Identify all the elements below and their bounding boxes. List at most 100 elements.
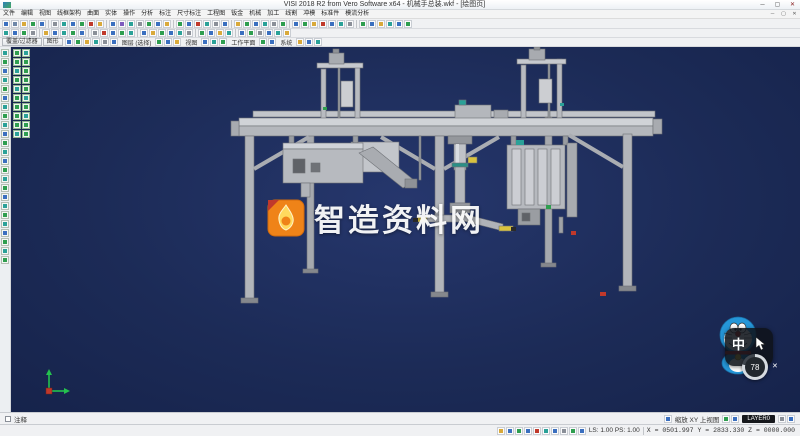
toolbar-icon[interactable] <box>145 20 153 28</box>
menu-item[interactable]: 模流分析 <box>342 10 372 19</box>
toolbar-icon[interactable] <box>270 20 278 28</box>
layers-group-label[interactable]: 图层 (选择) <box>120 38 154 47</box>
layer-badge[interactable]: LAYER0 <box>742 415 775 423</box>
toolbar-icon[interactable] <box>234 20 242 28</box>
toolbar-icon[interactable] <box>60 29 68 37</box>
toolbar-icon[interactable] <box>256 29 264 37</box>
dock-tool-icon[interactable] <box>1 103 9 111</box>
toolbar-icon[interactable] <box>219 38 227 46</box>
panel-tab[interactable]: 图形 <box>43 38 63 46</box>
toolbar-icon[interactable] <box>216 29 224 37</box>
toolbar-icon[interactable] <box>78 29 86 37</box>
toolbar-icon[interactable] <box>65 38 73 46</box>
toolbar-icon[interactable] <box>212 20 220 28</box>
toolbar-icon[interactable] <box>91 29 99 37</box>
minimize-button[interactable]: ─ <box>755 0 770 10</box>
menu-item[interactable]: 实体 <box>102 10 120 19</box>
palette-tool-icon[interactable] <box>13 130 21 138</box>
status-icon[interactable] <box>778 415 786 423</box>
toolbar-icon[interactable] <box>238 29 246 37</box>
dock-tool-icon[interactable] <box>1 220 9 228</box>
toolbar-icon[interactable] <box>328 20 336 28</box>
mdi-control-button[interactable]: ✕ <box>789 10 800 19</box>
toolbar-icon[interactable] <box>154 20 162 28</box>
dock-tool-icon[interactable] <box>1 148 9 156</box>
toolbar-icon[interactable] <box>42 29 50 37</box>
palette-tool-icon[interactable] <box>13 103 21 111</box>
toolbar-icon[interactable] <box>252 20 260 28</box>
toolbar-icon[interactable] <box>296 38 304 46</box>
toolbar-icon[interactable] <box>69 20 77 28</box>
toolbar-icon[interactable] <box>274 29 282 37</box>
toolbar-icon[interactable] <box>319 20 327 28</box>
status-icon[interactable] <box>569 427 577 435</box>
menu-item[interactable]: 标准件 <box>318 10 342 19</box>
palette-tool-icon[interactable] <box>22 58 30 66</box>
dock-tool-icon[interactable] <box>1 247 9 255</box>
palette-tool-icon[interactable] <box>13 112 21 120</box>
palette-tool-icon[interactable] <box>22 49 30 57</box>
palette-tool-icon[interactable] <box>13 94 21 102</box>
toolbar-icon[interactable] <box>203 20 211 28</box>
dock-tool-icon[interactable] <box>1 94 9 102</box>
menu-item[interactable]: 操作 <box>120 10 138 19</box>
toolbar-icon[interactable] <box>265 29 273 37</box>
palette-tool-icon[interactable] <box>13 58 21 66</box>
toolbar-icon[interactable] <box>176 29 184 37</box>
dock-tool-icon[interactable] <box>1 229 9 237</box>
toolbar-icon[interactable] <box>194 20 202 28</box>
menu-item[interactable]: 线框架构 <box>54 10 84 19</box>
dock-tool-icon[interactable] <box>1 211 9 219</box>
toolbar-icon[interactable] <box>368 20 376 28</box>
palette-tool-icon[interactable] <box>22 94 30 102</box>
toolbar-icon[interactable] <box>337 20 345 28</box>
dock-tool-icon[interactable] <box>1 157 9 165</box>
dock-tool-icon[interactable] <box>1 85 9 93</box>
toolbar-icon[interactable] <box>118 20 126 28</box>
toolbar-icon[interactable] <box>100 29 108 37</box>
dock-tool-icon[interactable] <box>1 256 9 264</box>
dock-tool-icon[interactable] <box>1 238 9 246</box>
toolbar-icon[interactable] <box>207 29 215 37</box>
status-icon[interactable] <box>664 415 672 423</box>
dock-tool-icon[interactable] <box>1 184 9 192</box>
dock-tool-icon[interactable] <box>1 139 9 147</box>
dock-tool-icon[interactable] <box>1 112 9 120</box>
menu-item[interactable]: 视图 <box>36 10 54 19</box>
toolbar-icon[interactable] <box>310 20 318 28</box>
palette-tool-icon[interactable] <box>13 85 21 93</box>
toolbar-icon[interactable] <box>247 29 255 37</box>
toolbar-icon[interactable] <box>210 38 218 46</box>
toolbar-icon[interactable] <box>173 38 181 46</box>
menu-item[interactable]: 机械 <box>246 10 264 19</box>
toolbar-icon[interactable] <box>140 29 148 37</box>
toolbar-icon[interactable] <box>60 20 68 28</box>
dock-tool-icon[interactable] <box>1 58 9 66</box>
toolbar-icon[interactable] <box>69 29 77 37</box>
toolbar-icon[interactable] <box>185 20 193 28</box>
mdi-control-button[interactable]: ─ <box>767 10 778 19</box>
toolbar-icon[interactable] <box>149 29 157 37</box>
dock-tool-icon[interactable] <box>1 49 9 57</box>
close-button[interactable]: ✕ <box>785 0 800 10</box>
menu-item[interactable]: 线割 <box>282 10 300 19</box>
toolbar-icon[interactable] <box>101 38 109 46</box>
toolbar-icon[interactable] <box>11 20 19 28</box>
annotation-checkbox[interactable] <box>5 416 11 422</box>
view-mode-label[interactable]: 缩放 XY 上视图 <box>675 414 720 424</box>
menu-item[interactable]: 尺寸标注 <box>174 10 204 19</box>
palette-tool-icon[interactable] <box>22 76 30 84</box>
toolbar-icon[interactable] <box>377 20 385 28</box>
progress-bubble[interactable]: 78 <box>742 354 768 380</box>
panel-tab[interactable]: 覆盖/过滤器 <box>2 38 42 46</box>
dock-tool-icon[interactable] <box>1 121 9 129</box>
menu-item[interactable]: 冲模 <box>300 10 318 19</box>
toolbar-icon[interactable] <box>386 20 394 28</box>
dock-tool-icon[interactable] <box>1 166 9 174</box>
palette-tool-icon[interactable] <box>22 112 30 120</box>
palette-tool-icon[interactable] <box>13 76 21 84</box>
dock-tool-icon[interactable] <box>1 67 9 75</box>
menu-item[interactable]: 编辑 <box>18 10 36 19</box>
toolbar-icon[interactable] <box>185 29 193 37</box>
toolbar-icon[interactable] <box>2 29 10 37</box>
